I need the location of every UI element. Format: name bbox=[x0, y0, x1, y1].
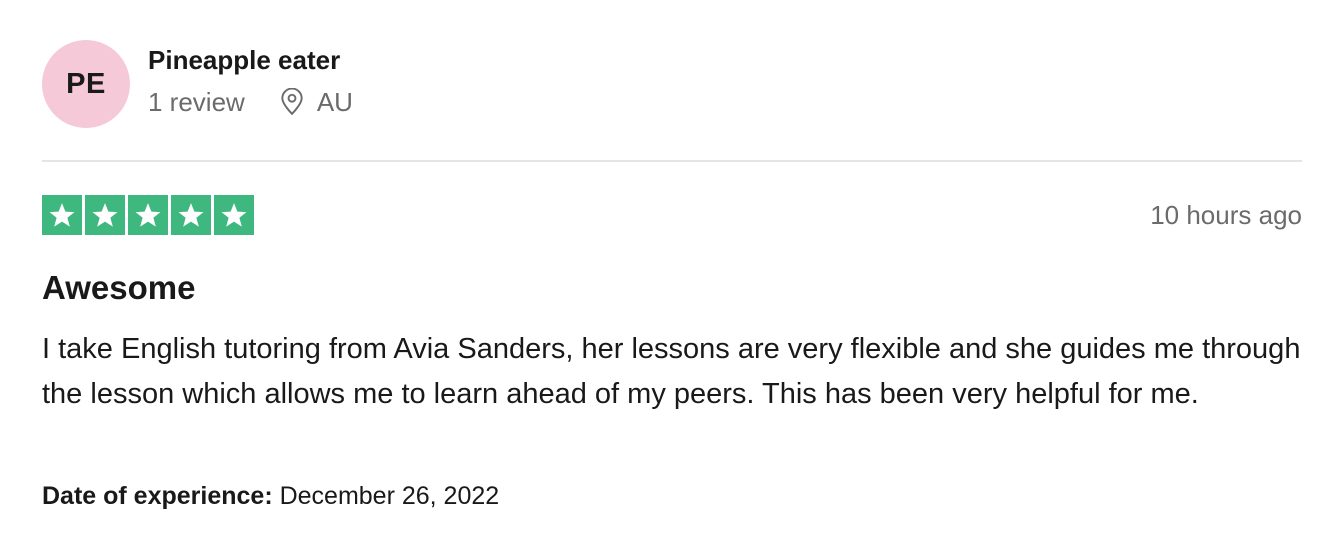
review-count: 1 review bbox=[148, 87, 245, 117]
consumer-header: PE Pineapple eater 1 review AU bbox=[42, 40, 353, 128]
country-code: AU bbox=[316, 87, 353, 117]
consumer-meta: 1 review AU bbox=[148, 87, 353, 117]
star-icon bbox=[214, 195, 254, 235]
consumer-name[interactable]: Pineapple eater bbox=[148, 45, 353, 75]
date-value: December 26, 2022 bbox=[279, 482, 500, 510]
star-icon bbox=[128, 195, 168, 235]
review-title[interactable]: Awesome bbox=[42, 268, 195, 308]
review-body: I take English tutoring from Avia Sander… bbox=[42, 333, 1301, 410]
star-icon bbox=[171, 195, 211, 235]
consumer-info: Pineapple eater 1 review AU bbox=[148, 45, 353, 117]
review-timestamp: 10 hours ago bbox=[1150, 199, 1302, 230]
date-label: Date of experience: bbox=[42, 482, 273, 510]
star-icon bbox=[85, 195, 125, 235]
rating-row: 10 hours ago bbox=[42, 194, 1302, 236]
date-of-experience: Date of experience: December 26, 2022 bbox=[42, 480, 499, 512]
review-card: PE Pineapple eater 1 review AU 10 hours … bbox=[0, 0, 1344, 542]
star-rating bbox=[42, 195, 254, 235]
avatar[interactable]: PE bbox=[42, 40, 130, 128]
consumer-location: AU bbox=[279, 87, 353, 117]
divider bbox=[42, 160, 1302, 162]
star-icon bbox=[42, 195, 82, 235]
location-pin-icon bbox=[281, 88, 303, 116]
